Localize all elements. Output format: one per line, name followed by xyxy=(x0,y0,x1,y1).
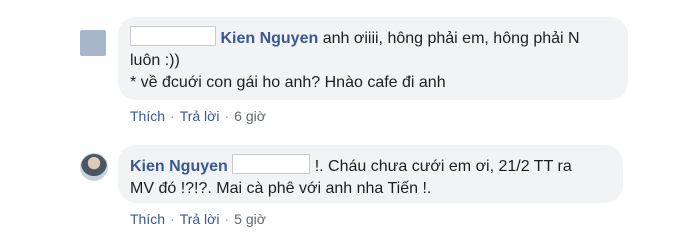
comment-text-line-1: !. Cháu chưa cưới em ơi, 21/2 TT ra xyxy=(314,158,572,175)
comment-text-line-2: luôn :)) xyxy=(130,52,180,69)
avatar-blurred[interactable] xyxy=(80,30,106,56)
comment-text-line-1: anh ơiiii, hông phải em, hông phải N xyxy=(322,30,580,47)
comment-time[interactable]: 6 giờ xyxy=(234,108,266,124)
like-link[interactable]: Thích xyxy=(130,211,165,227)
comment-actions: Thích · Trả lời · 6 giờ xyxy=(130,108,266,124)
comment-bubble: Kien Nguyen anh ơiiii, hông phải em, hôn… xyxy=(118,17,628,100)
comment-text-line-2: MV đó !?!?. Mai cà phê với anh nha Tiến … xyxy=(130,180,432,197)
comment-author[interactable]: Kien Nguyen xyxy=(220,30,318,47)
redacted-name xyxy=(130,26,216,46)
comment-bubble: Kien Nguyen !. Cháu chưa cưới em ơi, 21/… xyxy=(118,145,623,203)
comment-author[interactable]: Kien Nguyen xyxy=(130,158,228,175)
like-link[interactable]: Thích xyxy=(130,108,165,124)
avatar[interactable] xyxy=(80,153,108,181)
comment-actions: Thích · Trả lời · 5 giờ xyxy=(130,211,266,227)
redacted-name xyxy=(232,154,311,174)
comment-text-line-3: * về đcuới con gái ho anh? Hnào cafe đi … xyxy=(130,74,446,91)
comment-time[interactable]: 5 giờ xyxy=(234,211,266,227)
reply-link[interactable]: Trả lời xyxy=(180,211,220,227)
reply-link[interactable]: Trả lời xyxy=(180,108,220,124)
